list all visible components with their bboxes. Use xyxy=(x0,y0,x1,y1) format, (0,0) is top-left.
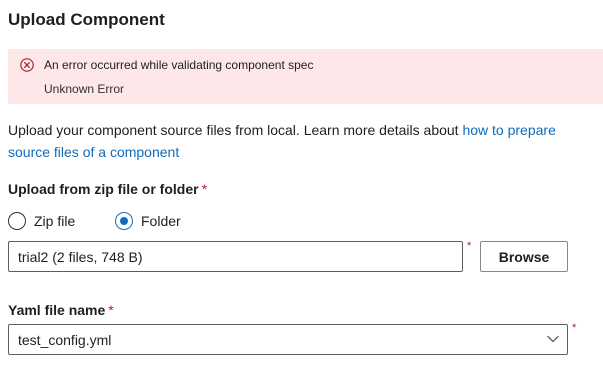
upload-description: Upload your component source files from … xyxy=(8,119,593,163)
chevron-down-icon xyxy=(547,335,559,343)
dialog-title: Upload Component xyxy=(8,10,165,29)
radio-zip-file-label: Zip file xyxy=(34,213,76,229)
browse-button[interactable]: Browse xyxy=(480,241,568,272)
yaml-file-label-text: Yaml file name xyxy=(8,302,106,318)
upload-source-label-text: Upload from zip file or folder xyxy=(8,181,199,197)
upload-path-value: trial2 (2 files, 748 B) xyxy=(18,249,143,265)
upload-source-label: Upload from zip file or folder * xyxy=(8,181,207,197)
yaml-file-dropdown[interactable]: test_config.yml xyxy=(8,324,568,355)
radio-zip-file[interactable]: Zip file xyxy=(8,212,88,234)
yaml-file-label: Yaml file name * xyxy=(8,302,114,318)
radio-dot xyxy=(120,217,128,225)
error-detail: Unknown Error xyxy=(44,82,125,96)
error-circle-icon xyxy=(20,58,34,72)
description-text: Upload your component source files from … xyxy=(8,122,463,138)
yaml-file-value: test_config.yml xyxy=(18,332,112,348)
yaml-field-required-asterisk: * xyxy=(572,322,577,334)
upload-path-field[interactable]: trial2 (2 files, 748 B) xyxy=(8,241,463,272)
required-asterisk: * xyxy=(201,181,208,197)
upload-path-required-asterisk: * xyxy=(467,240,472,252)
radio-folder[interactable]: Folder xyxy=(115,212,195,234)
error-title: An error occurred while validating compo… xyxy=(44,58,314,72)
yaml-required-asterisk: * xyxy=(108,302,114,318)
radio-checked-icon xyxy=(115,212,133,230)
error-message-bar: An error occurred while validating compo… xyxy=(8,49,603,104)
radio-unchecked-icon xyxy=(8,212,26,230)
radio-folder-label: Folder xyxy=(141,213,181,229)
